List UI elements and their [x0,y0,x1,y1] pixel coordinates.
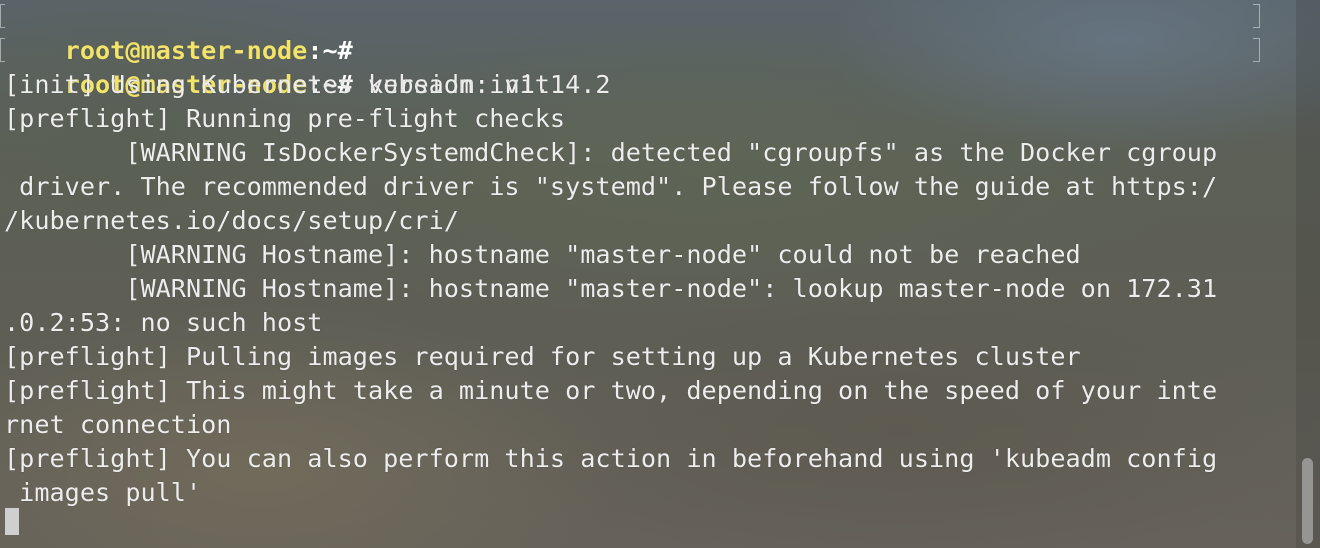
output-line: [WARNING Hostname]: hostname "master-nod… [4,274,1218,303]
output-line: driver. The recommended driver is "syste… [4,172,1218,201]
mark-right-1 [1253,4,1260,28]
output-line: [preflight] Pulling images required for … [4,342,1081,371]
output-line: [init] Using Kubernetes version: v1.14.2 [4,70,611,99]
scrollbar-thumb[interactable] [1302,458,1313,544]
output-line: [preflight] Running pre-flight checks [4,104,566,133]
output-line: rnet connection [4,410,232,439]
output-line: images pull' [4,478,202,507]
output-line: [WARNING Hostname]: hostname "master-nod… [4,240,1081,269]
output-line: [preflight] This might take a minute or … [4,376,1218,405]
output-line: .0.2:53: no such host [4,308,323,337]
vertical-scrollbar[interactable] [1296,0,1320,548]
output-line: [WARNING IsDockerSystemdCheck]: detected… [4,138,1218,167]
prompt-line-1: root@master-node:~# [4,0,353,65]
output-line: [preflight] You can also perform this ac… [4,444,1218,473]
mark-right-2 [1253,38,1260,62]
prompt-line-2: root@master-node:~# kubeadm init [4,34,550,99]
output-line: /kubernetes.io/docs/setup/cri/ [4,206,459,235]
terminal-window[interactable]: root@master-node:~# root@master-node:~# … [0,0,1296,548]
text-cursor[interactable] [5,508,19,535]
